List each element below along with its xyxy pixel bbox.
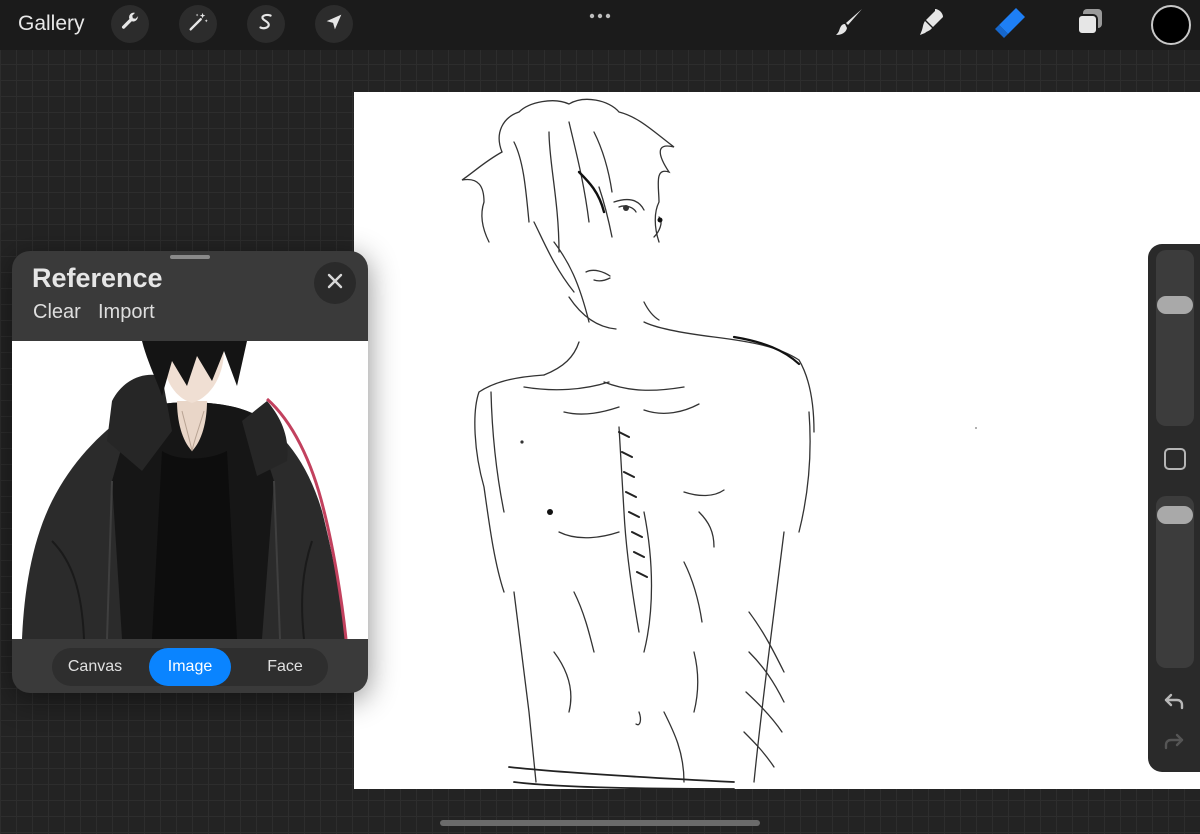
close-button[interactable] bbox=[314, 262, 356, 304]
undo-icon bbox=[1162, 690, 1186, 719]
selection-icon bbox=[255, 11, 277, 38]
eraser-icon bbox=[994, 5, 1028, 44]
opacity-slider[interactable] bbox=[1156, 496, 1194, 668]
eraser-tool[interactable] bbox=[993, 6, 1029, 42]
home-indicator[interactable] bbox=[440, 820, 760, 826]
character-illustration bbox=[12, 341, 368, 639]
brush-size-slider[interactable] bbox=[1156, 250, 1194, 426]
undo-button[interactable] bbox=[1160, 690, 1188, 718]
clear-button[interactable]: Clear bbox=[33, 301, 81, 324]
panel-drag-handle[interactable] bbox=[170, 255, 210, 259]
magic-wand-icon bbox=[187, 11, 209, 38]
redo-button[interactable] bbox=[1160, 730, 1188, 758]
ellipsis-icon bbox=[589, 13, 611, 19]
drawing-canvas[interactable] bbox=[354, 92, 1200, 789]
transform-arrow-icon bbox=[323, 11, 345, 38]
import-button[interactable]: Import bbox=[98, 301, 155, 324]
actions-button[interactable] bbox=[111, 5, 149, 43]
reference-title: Reference bbox=[32, 263, 163, 293]
more-options-button[interactable] bbox=[588, 8, 612, 19]
selection-button[interactable] bbox=[247, 5, 285, 43]
image-mode-button[interactable]: Image bbox=[149, 648, 231, 686]
right-sidebar bbox=[1148, 244, 1200, 772]
layers-icon bbox=[1074, 6, 1106, 43]
transform-button[interactable] bbox=[315, 5, 353, 43]
opacity-slider-thumb[interactable] bbox=[1157, 505, 1193, 524]
canvas-mode-button[interactable]: Canvas bbox=[52, 648, 138, 686]
close-icon bbox=[326, 272, 344, 295]
brush-icon bbox=[834, 6, 866, 43]
reference-mode-selector: Canvas Image Face bbox=[52, 648, 328, 686]
layers-button[interactable] bbox=[1072, 6, 1108, 42]
redo-icon bbox=[1162, 730, 1186, 759]
smudge-icon bbox=[915, 6, 947, 43]
sketch-drawing bbox=[461, 98, 977, 789]
reference-panel: Reference Clear Import Canvas Image Face bbox=[12, 251, 368, 693]
face-mode-button[interactable]: Face bbox=[242, 648, 328, 686]
top-toolbar: Gallery bbox=[0, 0, 1200, 50]
smudge-tool[interactable] bbox=[913, 6, 949, 42]
color-picker-button[interactable] bbox=[1151, 5, 1191, 45]
paint-brush-tool[interactable] bbox=[832, 6, 868, 42]
adjustments-button[interactable] bbox=[179, 5, 217, 43]
brush-size-slider-thumb[interactable] bbox=[1157, 296, 1193, 314]
wrench-icon bbox=[119, 11, 141, 38]
reference-image bbox=[12, 341, 368, 639]
gallery-button[interactable]: Gallery bbox=[18, 12, 85, 36]
modify-button[interactable] bbox=[1164, 448, 1186, 470]
